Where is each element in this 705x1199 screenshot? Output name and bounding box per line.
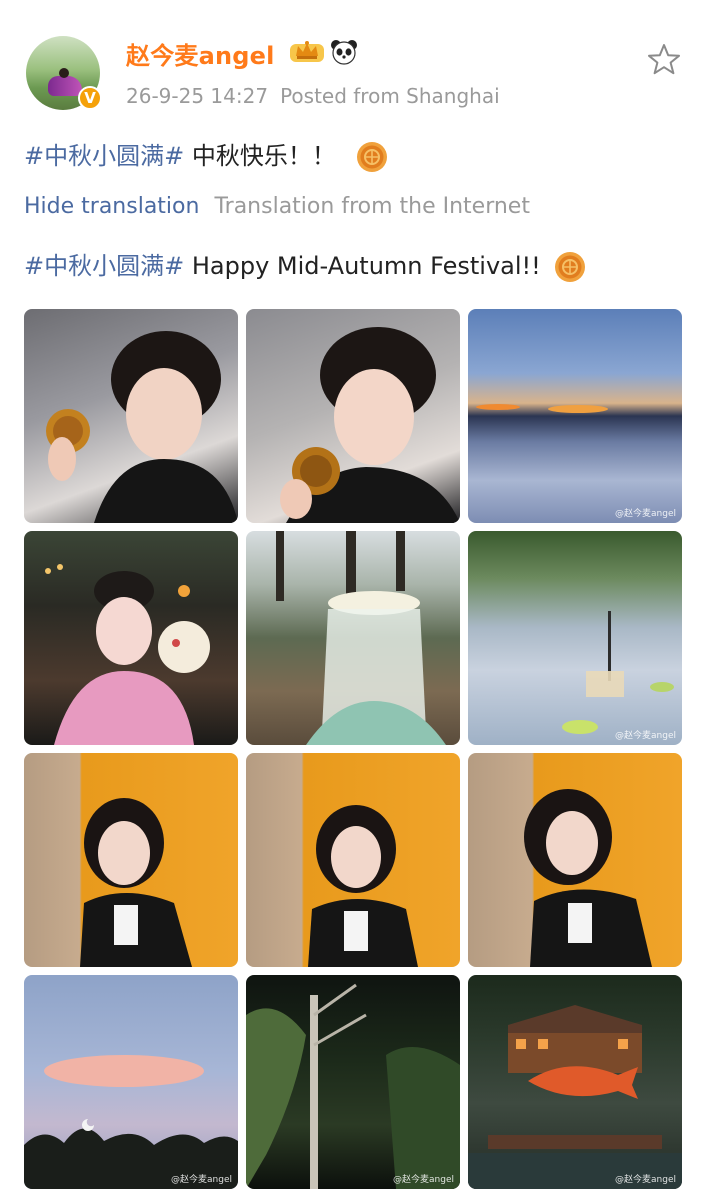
post-location: Posted from Shanghai (280, 84, 500, 108)
photo-watermark: @赵今麦angel (615, 509, 676, 519)
photo-5[interactable] (246, 531, 460, 745)
panda-icon[interactable] (330, 38, 358, 66)
hashtag-link-translated[interactable]: #中秋小圆满# (24, 252, 184, 280)
photo-9[interactable] (468, 753, 682, 967)
photo-11[interactable]: @赵今麦angel (246, 975, 460, 1189)
photo-watermark: @赵今麦angel (615, 1175, 676, 1185)
photo-7[interactable] (24, 753, 238, 967)
photo-watermark: @赵今麦angel (171, 1175, 232, 1185)
translation-bar: Hide translation Translation from the In… (24, 194, 530, 219)
hide-translation-link[interactable]: Hide translation (24, 194, 199, 219)
post-text-original: #中秋小圆满# 中秋快乐！！ (24, 136, 388, 173)
mooncake-emoji-icon (356, 142, 387, 172)
post-timestamp: 26-9-25 14:27 (126, 84, 269, 108)
hashtag-link[interactable]: #中秋小圆满# (24, 142, 184, 170)
post-body-translated: Happy Mid-Autumn Festival!! (191, 252, 541, 280)
verified-badge-icon: V (78, 86, 102, 110)
post-meta: 26-9-25 14:27 Posted from Shanghai (126, 84, 500, 108)
photo-12[interactable]: @赵今麦angel (468, 975, 682, 1189)
crown-badge-icon[interactable] (288, 38, 326, 64)
photo-watermark: @赵今麦angel (615, 731, 676, 741)
photo-8[interactable] (246, 753, 460, 967)
mooncake-emoji-icon (555, 252, 586, 282)
photo-watermark: @赵今麦angel (393, 1175, 454, 1185)
photo-1[interactable] (24, 309, 238, 523)
translation-source: Translation from the Internet (214, 194, 530, 219)
star-icon[interactable] (646, 42, 682, 78)
photo-10[interactable]: @赵今麦angel (24, 975, 238, 1189)
avatar-head (59, 68, 69, 78)
username[interactable]: 赵今麦angel (126, 36, 275, 71)
post-body-original: 中秋快乐！！ (191, 142, 336, 170)
photo-2[interactable] (246, 309, 460, 523)
post-header: V 赵今麦angel 26-9-25 14:27 Posted from Shan… (0, 0, 705, 120)
photo-3[interactable]: @赵今麦angel (468, 309, 682, 523)
photo-grid: @赵今麦angel @赵今麦angel @赵今麦angel @赵今麦angel … (24, 309, 682, 1191)
avatar-figure (48, 76, 82, 96)
post-text-translated: #中秋小圆满# Happy Mid-Autumn Festival!! (24, 246, 586, 283)
photo-6[interactable]: @赵今麦angel (468, 531, 682, 745)
photo-4[interactable] (24, 531, 238, 745)
